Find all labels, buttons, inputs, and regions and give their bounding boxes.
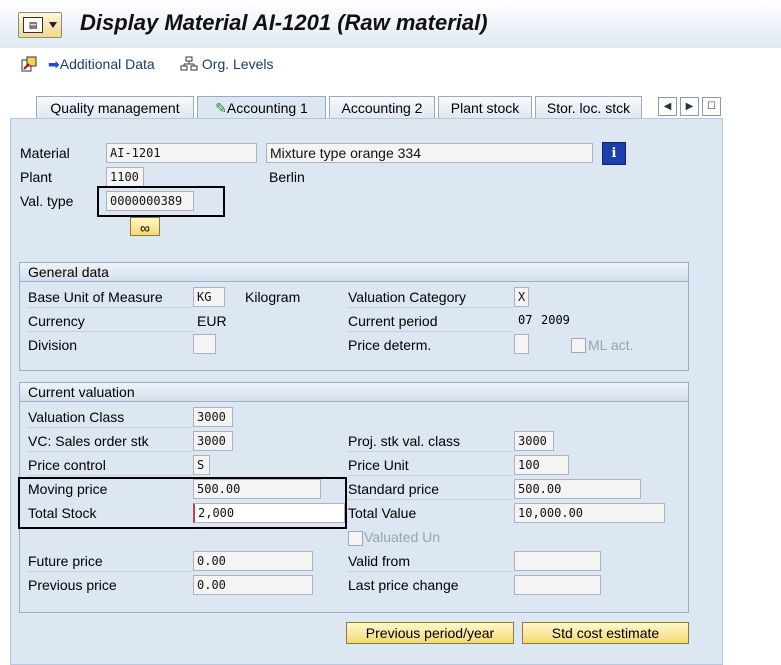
row-underline bbox=[28, 475, 193, 476]
total-value-field[interactable]: 10,000.00 bbox=[514, 503, 665, 523]
application-toolbar: ➡Additional Data Org. Levels bbox=[0, 48, 781, 82]
additional-data-button[interactable]: ➡Additional Data bbox=[48, 56, 155, 74]
title-bar: ▤ Display Material AI-1201 (Raw material… bbox=[0, 0, 781, 48]
base-uom-label: Base Unit of Measure bbox=[28, 289, 163, 305]
plant-label: Plant bbox=[20, 169, 52, 185]
valid-from-label: Valid from bbox=[348, 553, 410, 569]
row-underline bbox=[348, 571, 513, 572]
row-underline bbox=[348, 307, 513, 308]
row-underline bbox=[28, 571, 193, 572]
valuated-un-label: Valuated Un bbox=[364, 529, 441, 545]
tab-quality-management[interactable]: Quality management bbox=[36, 96, 194, 119]
menu-icon[interactable]: ▤ bbox=[18, 12, 62, 38]
material-label: Material bbox=[20, 145, 70, 161]
tab-plant-stock[interactable]: Plant stock bbox=[438, 96, 532, 119]
pricedet-label: Price determ. bbox=[348, 337, 432, 353]
row-underline bbox=[348, 451, 513, 452]
last-price-change-field[interactable] bbox=[514, 575, 601, 595]
division-field[interactable] bbox=[193, 334, 216, 354]
row-underline bbox=[28, 331, 193, 332]
plant-field[interactable]: 1100 bbox=[106, 167, 144, 187]
vc-sales-field[interactable]: 3000 bbox=[193, 431, 233, 451]
general-data-header: General data bbox=[20, 263, 688, 282]
row-underline bbox=[28, 427, 193, 428]
plant-name: Berlin bbox=[269, 169, 305, 185]
period-label: Current period bbox=[348, 313, 438, 329]
current-valuation-header: Current valuation bbox=[20, 383, 688, 402]
valcat-label: Valuation Category bbox=[348, 289, 467, 305]
other-material-icon[interactable] bbox=[20, 56, 38, 74]
previous-price-label: Previous price bbox=[28, 577, 117, 593]
vc-sales-label: VC: Sales order stk bbox=[28, 433, 149, 449]
ml-act-checkbox[interactable] bbox=[571, 338, 586, 353]
standard-price-label: Standard price bbox=[348, 481, 440, 497]
division-label: Division bbox=[28, 337, 78, 353]
tab-accounting-1[interactable]: ✎Accounting 1 bbox=[197, 96, 326, 120]
previous-period-button[interactable]: Previous period/year bbox=[346, 622, 514, 644]
accounting-icon: ✎ bbox=[215, 100, 227, 116]
valid-from-field[interactable] bbox=[514, 551, 601, 571]
std-cost-estimate-button[interactable]: Std cost estimate bbox=[522, 622, 689, 644]
row-underline bbox=[28, 307, 193, 308]
price-control-field[interactable]: S bbox=[193, 455, 210, 475]
row-underline bbox=[348, 331, 513, 332]
base-uom-field[interactable]: KG bbox=[193, 287, 225, 307]
page-title: Display Material AI-1201 (Raw material) bbox=[80, 10, 488, 35]
currency-value: EUR bbox=[197, 313, 227, 329]
org-levels-button[interactable]: Org. Levels bbox=[180, 56, 273, 74]
ml-act-label: ML act. bbox=[588, 337, 634, 353]
valuated-un-checkbox[interactable] bbox=[348, 531, 363, 546]
currency-label: Currency bbox=[28, 313, 85, 329]
tab-accounting-2[interactable]: Accounting 2 bbox=[329, 96, 435, 119]
material-field[interactable]: AI-1201 bbox=[106, 143, 257, 163]
period-year: 2009 bbox=[541, 313, 570, 327]
row-underline bbox=[348, 499, 513, 500]
row-underline bbox=[28, 451, 193, 452]
valcat-field[interactable]: X bbox=[514, 287, 529, 307]
row-underline bbox=[348, 475, 513, 476]
total-value-label: Total Value bbox=[348, 505, 417, 521]
valtype-label: Val. type bbox=[20, 193, 74, 209]
hierarchy-icon bbox=[180, 56, 202, 72]
last-price-change-label: Last price change bbox=[348, 577, 459, 593]
proj-stk-label: Proj. stk val. class bbox=[348, 433, 461, 449]
tab-scroll-left-icon[interactable]: ◀ bbox=[658, 97, 677, 116]
price-control-label: Price control bbox=[28, 457, 106, 473]
period-month: 07 bbox=[518, 313, 533, 327]
tab-stor-loc-stck[interactable]: Stor. loc. stck bbox=[535, 96, 642, 119]
base-uom-text: Kilogram bbox=[245, 289, 301, 305]
arrow-right-icon: ➡ bbox=[48, 56, 60, 72]
valclass-label: Valuation Class bbox=[28, 409, 125, 425]
price-unit-field[interactable]: 100 bbox=[514, 455, 569, 475]
tab-scroll-right-icon[interactable]: ▶ bbox=[680, 97, 699, 116]
standard-price-field[interactable]: 500.00 bbox=[514, 479, 641, 499]
glasses-icon[interactable]: ∞ bbox=[130, 217, 160, 236]
future-price-label: Future price bbox=[28, 553, 103, 569]
valtype-highlight-box bbox=[97, 186, 225, 217]
material-description-field[interactable]: Mixture type orange 334 bbox=[266, 143, 593, 163]
moving-price-stock-highlight-box bbox=[18, 477, 347, 529]
tab-list-icon[interactable]: ☐ bbox=[702, 97, 721, 116]
price-unit-label: Price Unit bbox=[348, 457, 409, 473]
info-icon[interactable]: i bbox=[602, 142, 626, 165]
future-price-field[interactable]: 0.00 bbox=[193, 551, 313, 571]
valclass-field[interactable]: 3000 bbox=[193, 407, 233, 427]
previous-price-field[interactable]: 0.00 bbox=[193, 575, 313, 595]
pricedet-field[interactable] bbox=[514, 334, 529, 354]
proj-stk-field[interactable]: 3000 bbox=[514, 431, 554, 451]
